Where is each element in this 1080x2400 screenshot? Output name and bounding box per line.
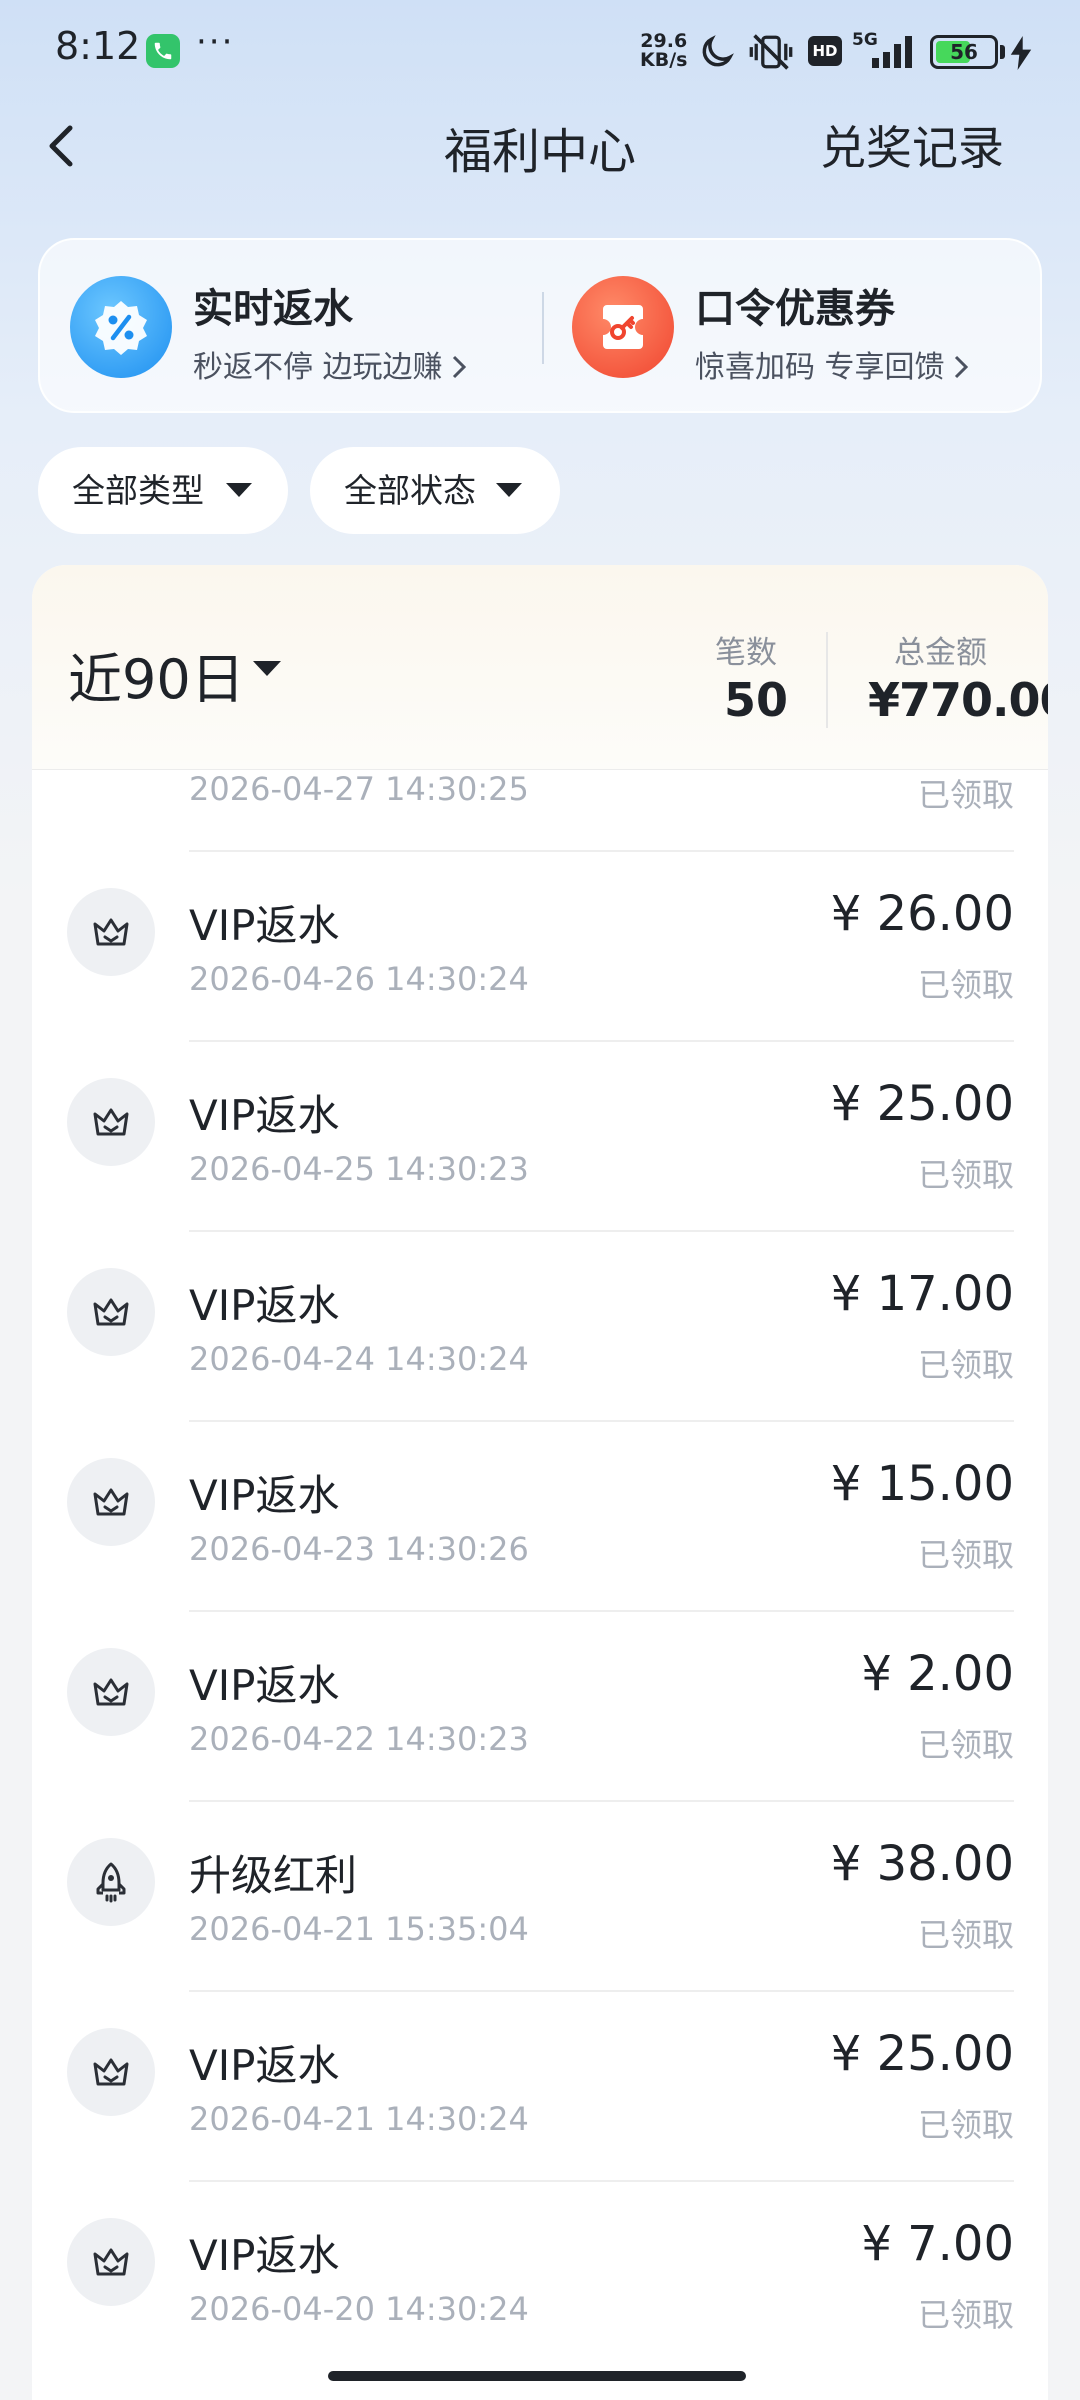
- moon-icon: [698, 32, 736, 76]
- status-filter-label: 全部状态: [344, 471, 476, 510]
- clock: 8:12: [55, 24, 141, 68]
- crown-icon: [67, 1268, 155, 1356]
- list-item[interactable]: VIP返水 2026-04-26 14:30:24 ¥ 26.00 已领取: [32, 852, 1048, 1042]
- date-range-selector[interactable]: 近90日: [68, 635, 245, 714]
- list-item[interactable]: VIP返水 2026-04-21 14:30:24 ¥ 25.00 已领取: [32, 1992, 1048, 2182]
- net-speed-unit: KB/s: [640, 49, 688, 71]
- row-status: 已领取: [917, 2296, 1014, 2334]
- crown-icon: [67, 1458, 155, 1546]
- row-status: 已领取: [917, 776, 1014, 814]
- row-title: VIP返水: [189, 2231, 340, 2280]
- row-title: VIP返水: [189, 1471, 340, 1520]
- hd-icon: HD: [808, 36, 842, 66]
- battery-icon: 56: [930, 35, 998, 69]
- list-item[interactable]: VIP返水 2026-04-24 14:30:24 ¥ 17.00 已领取: [32, 1232, 1048, 1422]
- list-item[interactable]: VIP返水 2026-04-23 14:30:26 ¥ 15.00 已领取: [32, 1422, 1048, 1612]
- battery-level: 56: [950, 40, 978, 64]
- promo-subtitle-text: 秒返不停 边玩边赚: [193, 350, 443, 385]
- phone-icon: [146, 34, 180, 68]
- row-amount: ¥ 17.00: [830, 1266, 1014, 1322]
- promo-title: 口令优惠券: [695, 286, 895, 332]
- home-indicator[interactable]: [328, 2371, 746, 2381]
- status-filter-dropdown[interactable]: 全部状态: [310, 447, 560, 534]
- row-time: 2026-04-24 14:30:24: [189, 1340, 529, 1378]
- caret-down-icon[interactable]: [253, 661, 281, 676]
- status-bar: 8:12 ··· 29.6 KB/s HD 5G 56: [0, 0, 1080, 105]
- row-status: 已领取: [917, 2106, 1014, 2144]
- row-title: 升级红利: [189, 1851, 358, 1900]
- row-time: 2026-04-23 14:30:26: [189, 1530, 529, 1568]
- battery-tip: [1000, 45, 1005, 59]
- chevron-right-icon: [452, 355, 466, 379]
- row-amount: ¥ 7.00: [861, 2216, 1014, 2272]
- row-title: VIP返水: [189, 2041, 340, 2090]
- crown-icon: [67, 2218, 155, 2306]
- list-item[interactable]: 升级红利 2026-04-21 15:35:04 ¥ 38.00 已领取: [32, 1802, 1048, 1992]
- row-title: VIP返水: [189, 1661, 340, 1710]
- caret-down-icon: [226, 483, 252, 497]
- crown-icon: [67, 1078, 155, 1166]
- promo-code-coupon[interactable]: 口令优惠券 惊喜加码 专享回馈: [542, 240, 1042, 415]
- row-title: VIP返水: [189, 901, 340, 950]
- row-time: 2026-04-21 14:30:24: [189, 2100, 529, 2138]
- list-item[interactable]: VIP返水 2026-04-22 14:30:23 ¥ 2.00 已领取: [32, 1612, 1048, 1802]
- list-item[interactable]: VIP返水 2026-04-25 14:30:23 ¥ 25.00 已领取: [32, 1042, 1048, 1232]
- caret-down-icon: [496, 483, 522, 497]
- promo-subtitle: 惊喜加码 专享回馈: [695, 342, 971, 386]
- total-label: 总金额: [894, 635, 987, 671]
- row-status: 已领取: [917, 1726, 1014, 1764]
- row-status: 已领取: [917, 1916, 1014, 1954]
- row-time: 2026-04-27 14:30:25: [189, 770, 529, 808]
- key-ticket-icon: [572, 276, 674, 378]
- row-time: 2026-04-26 14:30:24: [189, 960, 529, 998]
- promo-title: 实时返水: [193, 286, 353, 332]
- type-filter-dropdown[interactable]: 全部类型: [38, 447, 288, 534]
- row-amount: ¥ 15.00: [830, 1456, 1014, 1512]
- row-status: 已领取: [917, 966, 1014, 1004]
- row-status: 已领取: [917, 1346, 1014, 1384]
- promo-subtitle-text: 惊喜加码 专享回馈: [695, 350, 945, 385]
- promo-subtitle: 秒返不停 边玩边赚: [193, 342, 469, 386]
- stat-divider: [826, 632, 828, 728]
- net-speed: 29.6 KB/s: [640, 32, 687, 70]
- row-amount: ¥ 25.00: [830, 2026, 1014, 2082]
- promo-realtime-rebate[interactable]: 实时返水 秒返不停 边玩边赚: [40, 240, 540, 415]
- percent-badge-icon: [70, 276, 172, 378]
- row-status: 已领取: [917, 1536, 1014, 1574]
- promo-card: 实时返水 秒返不停 边玩边赚 口令优惠券 惊喜加码 专享回馈: [38, 238, 1042, 413]
- total-value: ¥770.00: [868, 673, 1048, 727]
- list-item[interactable]: VIP返水 2026-04-20 14:30:24 ¥ 7.00 已领取: [32, 2182, 1048, 2372]
- row-time: 2026-04-20 14:30:24: [189, 2290, 529, 2328]
- row-time: 2026-04-25 14:30:23: [189, 1150, 529, 1188]
- row-title: VIP返水: [189, 1281, 340, 1330]
- mute-vibrate-icon: [748, 32, 794, 76]
- count-label: 笔数: [715, 635, 777, 671]
- redeem-records-link[interactable]: 兑奖记录: [820, 112, 1004, 178]
- row-amount: ¥ 38.00: [830, 1836, 1014, 1892]
- type-filter-label: 全部类型: [72, 471, 204, 510]
- summary-header: 近90日 笔数 50 总金额 ¥770.00: [32, 565, 1048, 770]
- rocket-icon: [67, 1838, 155, 1926]
- row-time: 2026-04-22 14:30:23: [189, 1720, 529, 1758]
- row-amount: ¥ 2.00: [861, 1646, 1014, 1702]
- row-status: 已领取: [917, 1156, 1014, 1194]
- row-time: 2026-04-21 15:35:04: [189, 1910, 529, 1948]
- chevron-right-icon: [954, 355, 968, 379]
- row-amount: ¥ 26.00: [830, 886, 1014, 942]
- row-amount: ¥ 25.00: [830, 1076, 1014, 1132]
- signal-icon: [858, 32, 922, 76]
- crown-icon: [67, 2028, 155, 2116]
- charging-icon: [1010, 36, 1032, 74]
- records-card: 近90日 笔数 50 总金额 ¥770.00 2026-04-27 14:30:…: [32, 565, 1048, 2400]
- count-value: 50: [724, 673, 789, 727]
- row-title: VIP返水: [189, 1091, 340, 1140]
- crown-icon: [67, 1648, 155, 1736]
- more-notifications-icon: ···: [196, 22, 235, 62]
- crown-icon: [67, 888, 155, 976]
